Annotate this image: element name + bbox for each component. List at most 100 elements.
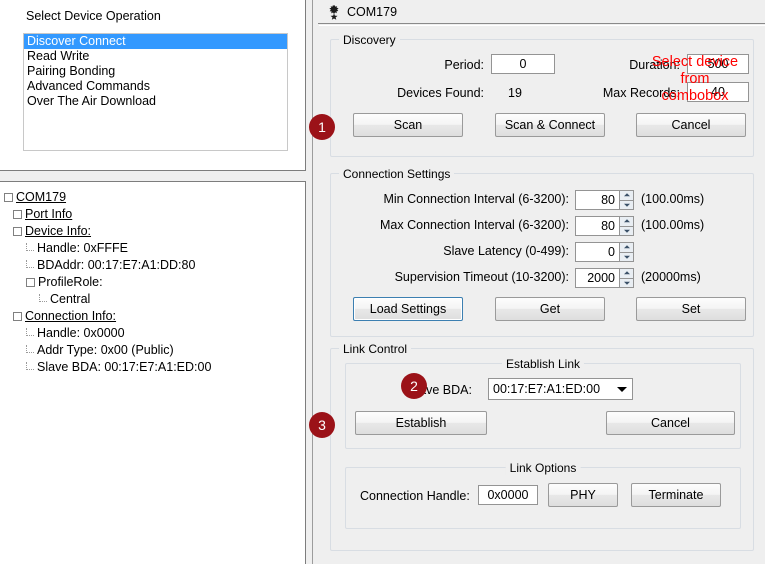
scan-button[interactable]: Scan: [353, 113, 463, 137]
tab-label: COM179: [347, 5, 397, 19]
tree-node[interactable]: Handle: 0x0000: [4, 325, 211, 342]
spinner-value[interactable]: 80: [575, 216, 619, 236]
tree-node[interactable]: Addr Type: 0x00 (Public): [4, 342, 211, 359]
link-control-groupbox: Link Control Establish Link Slave BDA: 0…: [330, 348, 754, 551]
page-title: Select Device Operation: [26, 9, 161, 23]
tree-node[interactable]: Port Info: [4, 206, 211, 223]
set-button[interactable]: Set: [636, 297, 746, 321]
connection-setting-suffix: (20000ms): [641, 270, 701, 284]
connection-settings-legend: Connection Settings: [339, 167, 454, 181]
link-cancel-button[interactable]: Cancel: [606, 411, 735, 435]
tree-node-label: ProfileRole:: [38, 275, 103, 289]
device-operation-listbox[interactable]: Discover ConnectRead WritePairing Bondin…: [23, 33, 288, 151]
spinner-value[interactable]: 80: [575, 190, 619, 210]
tree-expander-icon[interactable]: [13, 227, 22, 236]
tree-node[interactable]: Device Info:: [4, 223, 211, 240]
period-input[interactable]: 0: [491, 54, 555, 74]
tree-branch-icon: [26, 362, 34, 370]
tree-node-label: BDAddr: 00:17:E7:A1:DD:80: [37, 258, 195, 272]
devices-found-value: 19: [508, 86, 522, 100]
tab-page-com179: Discovery Period: 0 Duration: 500 Device…: [319, 25, 765, 564]
establish-link-legend: Establish Link: [502, 357, 584, 371]
get-button[interactable]: Get: [495, 297, 605, 321]
annotation-badge-3: 3: [309, 412, 335, 438]
tree-node[interactable]: ProfileRole:: [4, 274, 211, 291]
link-control-legend: Link Control: [339, 342, 411, 356]
device-operation-item[interactable]: Over The Air Download: [24, 94, 287, 109]
connection-setting-label: Max Connection Interval (6-3200):: [341, 218, 569, 232]
establish-button[interactable]: Establish: [355, 411, 487, 435]
tree-node-label: Device Info:: [25, 224, 91, 238]
tree-branch-icon: [26, 243, 34, 251]
tree-node[interactable]: Connection Info:: [4, 308, 211, 325]
devices-found-label: Devices Found:: [351, 86, 484, 100]
load-settings-button[interactable]: Load Settings: [353, 297, 463, 321]
tree-node[interactable]: Central: [4, 291, 211, 308]
spinner-value[interactable]: 2000: [575, 268, 619, 288]
spinner-down-icon[interactable]: [620, 279, 633, 288]
spinner-buttons[interactable]: [619, 268, 634, 288]
left-column: Select Device Operation Discover Connect…: [0, 0, 308, 564]
spinner-down-icon[interactable]: [620, 253, 633, 262]
spinner-buttons[interactable]: [619, 216, 634, 236]
spinner-buttons[interactable]: [619, 190, 634, 210]
scan-and-connect-button[interactable]: Scan & Connect: [495, 113, 605, 137]
tree-expander-icon[interactable]: [13, 210, 22, 219]
device-operation-item[interactable]: Read Write: [24, 49, 287, 64]
spinner-down-icon[interactable]: [620, 201, 633, 210]
tab-com179[interactable]: COM179: [318, 0, 411, 24]
tree-node-label: Slave BDA: 00:17:E7:A1:ED:00: [37, 360, 211, 374]
terminate-button[interactable]: Terminate: [631, 483, 721, 507]
tree-node[interactable]: Handle: 0xFFFE: [4, 240, 211, 257]
tree-expander-icon[interactable]: [13, 312, 22, 321]
tree-node[interactable]: BDAddr: 00:17:E7:A1:DD:80: [4, 257, 211, 274]
device-info-tree[interactable]: COM179Port InfoDevice Info: Handle: 0xFFF…: [4, 189, 211, 376]
connection-setting-spinner[interactable]: 80: [575, 216, 634, 236]
connection-handle-input[interactable]: 0x0000: [478, 485, 538, 505]
tree-node[interactable]: COM179: [4, 189, 211, 206]
tabstrip: COM179: [318, 0, 765, 24]
spinner-buttons[interactable]: [619, 242, 634, 262]
discovery-cancel-button[interactable]: Cancel: [636, 113, 746, 137]
connection-setting-label: Supervision Timeout (10-3200):: [341, 270, 569, 284]
tabstrip-underline: [318, 23, 765, 24]
annotation-badge-2: 2: [401, 373, 427, 399]
ti-logo-icon: [326, 5, 342, 20]
connection-setting-suffix: (100.00ms): [641, 192, 704, 206]
app-root: Select Device Operation Discover Connect…: [0, 0, 765, 564]
slave-bda-value: 00:17:E7:A1:ED:00: [489, 382, 612, 396]
spinner-down-icon[interactable]: [620, 227, 633, 236]
tree-expander-icon[interactable]: [4, 193, 13, 202]
spinner-up-icon[interactable]: [620, 191, 633, 200]
connection-setting-spinner[interactable]: 0: [575, 242, 634, 262]
link-options-legend: Link Options: [506, 461, 581, 475]
tree-node-label: Handle: 0xFFFE: [37, 241, 128, 255]
right-column: COM179 Discovery Period: 0 Duration: 500…: [318, 0, 765, 564]
spinner-up-icon[interactable]: [620, 243, 633, 252]
device-operation-item[interactable]: Advanced Commands: [24, 79, 287, 94]
spinner-up-icon[interactable]: [620, 217, 633, 226]
connection-setting-spinner[interactable]: 2000: [575, 268, 634, 288]
connection-setting-label: Slave Latency (0-499):: [341, 244, 569, 258]
tree-node[interactable]: Slave BDA: 00:17:E7:A1:ED:00: [4, 359, 211, 376]
device-operation-panel: Select Device Operation Discover Connect…: [0, 0, 306, 171]
spinner-value[interactable]: 0: [575, 242, 619, 262]
discovery-legend: Discovery: [339, 33, 400, 47]
panel-splitter[interactable]: [306, 0, 318, 564]
device-operation-item[interactable]: Discover Connect: [24, 34, 287, 49]
tree-expander-icon[interactable]: [26, 278, 35, 287]
tree-node-label: Addr Type: 0x00 (Public): [37, 343, 174, 357]
annotation-badge-1: 1: [309, 114, 335, 140]
slave-bda-combobox[interactable]: 00:17:E7:A1:ED:00: [488, 378, 633, 400]
device-info-tree-panel: COM179Port InfoDevice Info: Handle: 0xFFF…: [0, 181, 306, 564]
phy-button[interactable]: PHY: [548, 483, 618, 507]
connection-settings-groupbox: Connection Settings Min Connection Inter…: [330, 173, 754, 337]
tree-node-label: Handle: 0x0000: [37, 326, 125, 340]
tree-branch-icon: [26, 345, 34, 353]
chevron-down-icon[interactable]: [612, 387, 632, 392]
connection-setting-spinner[interactable]: 80: [575, 190, 634, 210]
tree-branch-icon: [26, 260, 34, 268]
spinner-up-icon[interactable]: [620, 269, 633, 278]
device-operation-item[interactable]: Pairing Bonding: [24, 64, 287, 79]
tree-node-label: Central: [50, 292, 90, 306]
